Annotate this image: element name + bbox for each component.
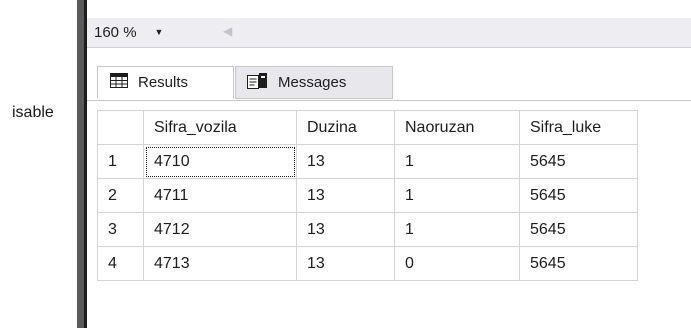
grid-cell[interactable]: 5645	[519, 212, 638, 247]
row-header-corner[interactable]	[97, 110, 144, 145]
grid-cell[interactable]: 13	[296, 246, 395, 281]
query-editor[interactable]: isable	[0, 0, 77, 328]
row-number[interactable]: 4	[97, 246, 144, 281]
editor-text: isable	[12, 104, 54, 121]
table-row: 2 4711 13 1 5645	[97, 178, 638, 213]
grid-header-row: Sifra_vozila Duzina Naoruzan Sifra_luke	[97, 110, 638, 145]
results-grid[interactable]: Sifra_vozila Duzina Naoruzan Sifra_luke …	[97, 110, 638, 281]
grid-cell[interactable]: 4713	[143, 246, 297, 281]
column-header[interactable]: Duzina	[296, 110, 395, 145]
results-pane: 160 % ▼ ◀ Results Messages Sifra_vozila …	[87, 0, 691, 328]
column-header[interactable]: Naoruzan	[394, 110, 520, 145]
grid-cell[interactable]: 0	[394, 246, 520, 281]
column-header[interactable]: Sifra_luke	[519, 110, 638, 145]
grid-cell[interactable]: 4711	[143, 178, 297, 213]
grid-cell[interactable]: 4712	[143, 212, 297, 247]
scroll-left-icon[interactable]: ◀	[223, 24, 232, 38]
tab-results[interactable]: Results	[97, 66, 234, 99]
table-row: 3 4712 13 1 5645	[97, 212, 638, 247]
row-number[interactable]: 2	[97, 178, 144, 213]
grid-cell[interactable]: 1	[394, 178, 520, 213]
grid-cell[interactable]: 13	[296, 212, 395, 247]
zoom-value: 160 %	[94, 23, 137, 41]
zoom-bar: 160 % ▼ ◀	[87, 18, 691, 48]
table-row: 1 4710 13 1 5645	[97, 144, 638, 179]
grid-cell[interactable]: 13	[296, 178, 395, 213]
grid-icon	[110, 73, 128, 92]
grid-cell[interactable]: 1	[394, 144, 520, 179]
tab-messages[interactable]: Messages	[235, 66, 393, 99]
result-tabs: Results Messages	[87, 62, 691, 101]
column-header[interactable]: Sifra_vozila	[143, 110, 297, 145]
tab-messages-label: Messages	[278, 74, 347, 91]
grid-cell[interactable]: 4710	[143, 144, 297, 179]
ssms-window: isable 160 % ▼ ◀ Results Messages Sifra_…	[0, 0, 691, 328]
table-row: 4 4713 13 0 5645	[97, 246, 638, 281]
grid-cell[interactable]: 13	[296, 144, 395, 179]
tab-results-label: Results	[138, 74, 189, 91]
grid-cell[interactable]: 5645	[519, 144, 638, 179]
pane-splitter[interactable]	[77, 0, 84, 328]
messages-icon	[246, 72, 268, 94]
row-number[interactable]: 3	[97, 212, 144, 247]
grid-cell[interactable]: 5645	[519, 178, 638, 213]
grid-cell[interactable]: 1	[394, 212, 520, 247]
row-number[interactable]: 1	[97, 144, 144, 179]
chevron-down-icon[interactable]: ▼	[155, 27, 164, 37]
zoom-dropdown[interactable]: 160 % ▼	[91, 21, 209, 43]
grid-cell[interactable]: 5645	[519, 246, 638, 281]
